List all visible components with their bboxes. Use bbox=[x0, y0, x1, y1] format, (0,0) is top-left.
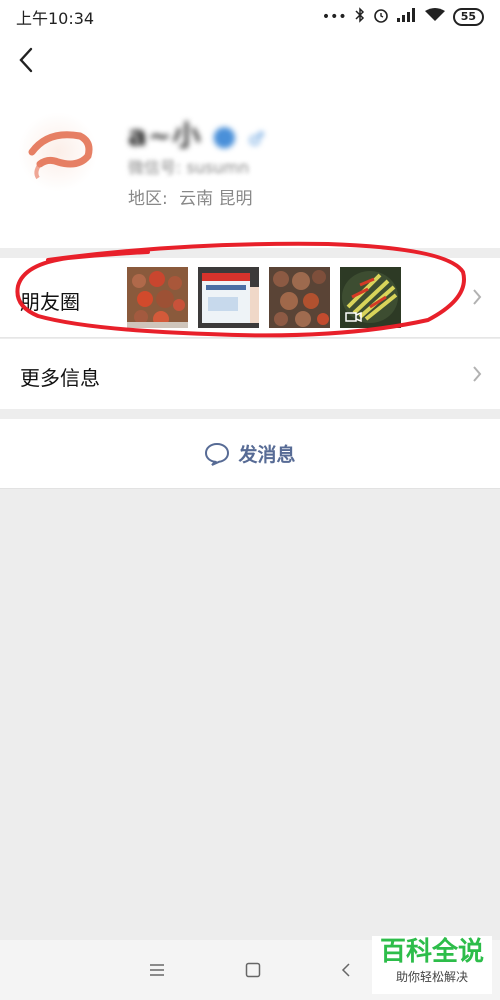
food-photo-icon bbox=[269, 267, 330, 328]
send-message-button[interactable]: 发消息 bbox=[0, 419, 500, 489]
watermark-logo: 百科全说 助你轻松解决 bbox=[372, 936, 492, 994]
region-label: 地区: bbox=[128, 189, 168, 209]
moments-thumbnail-4[interactable] bbox=[340, 267, 401, 328]
more-info-row[interactable]: 更多信息 bbox=[0, 339, 500, 409]
food-photo-icon bbox=[127, 267, 188, 328]
watermark-subtitle: 助你轻松解决 bbox=[395, 970, 468, 984]
more-info-label: 更多信息 bbox=[20, 366, 100, 390]
gender-icon: ♂ bbox=[248, 129, 266, 150]
chevron-left-icon bbox=[19, 47, 33, 73]
status-time: 上午10:34 bbox=[16, 9, 95, 28]
region-value: 云南 昆明 bbox=[179, 189, 253, 209]
more-dots-icon: ••• bbox=[321, 9, 347, 25]
fish-emoji-icon: ● bbox=[212, 119, 238, 152]
signal-icon bbox=[396, 8, 417, 26]
moments-thumbnail-2[interactable] bbox=[198, 267, 259, 328]
moments-thumbnail-1[interactable] bbox=[127, 267, 188, 328]
moments-label: 朋友圈 bbox=[20, 290, 80, 314]
home-icon[interactable] bbox=[245, 962, 261, 978]
moments-thumbnails bbox=[127, 267, 401, 328]
shrimp-avatar-icon bbox=[28, 131, 93, 180]
profile-nickname: a~小 ● ♂ bbox=[128, 114, 265, 154]
profile-header: a~小 ● ♂ 微信号: susumn 地区: 云南 昆明 bbox=[0, 34, 500, 248]
bluetooth-icon bbox=[355, 7, 365, 27]
back-nav-icon[interactable] bbox=[341, 962, 351, 978]
status-icons: ••• 55 bbox=[322, 7, 484, 27]
moments-row[interactable]: 朋友圈 bbox=[0, 258, 500, 338]
product-box-photo-icon bbox=[198, 267, 259, 328]
video-thumbnail-icon bbox=[340, 267, 401, 328]
wechat-id: 微信号: susumn bbox=[128, 158, 250, 177]
nickname-text: a~小 bbox=[128, 119, 202, 152]
chevron-right-icon bbox=[473, 289, 482, 305]
chevron-right-icon bbox=[473, 366, 482, 382]
region: 地区: 云南 昆明 bbox=[128, 184, 253, 209]
send-message-label: 发消息 bbox=[238, 444, 296, 466]
menu-icon[interactable] bbox=[149, 963, 165, 977]
back-button[interactable] bbox=[12, 44, 40, 76]
alarm-icon bbox=[373, 7, 389, 27]
moments-thumbnail-3[interactable] bbox=[269, 267, 330, 328]
wifi-icon bbox=[424, 8, 445, 26]
chat-bubble-icon bbox=[205, 442, 230, 466]
watermark-title: 百科全说 bbox=[379, 937, 484, 967]
status-bar: 上午10:34 ••• 55 bbox=[0, 0, 500, 34]
avatar[interactable] bbox=[18, 112, 98, 192]
battery-indicator: 55 bbox=[452, 8, 484, 26]
